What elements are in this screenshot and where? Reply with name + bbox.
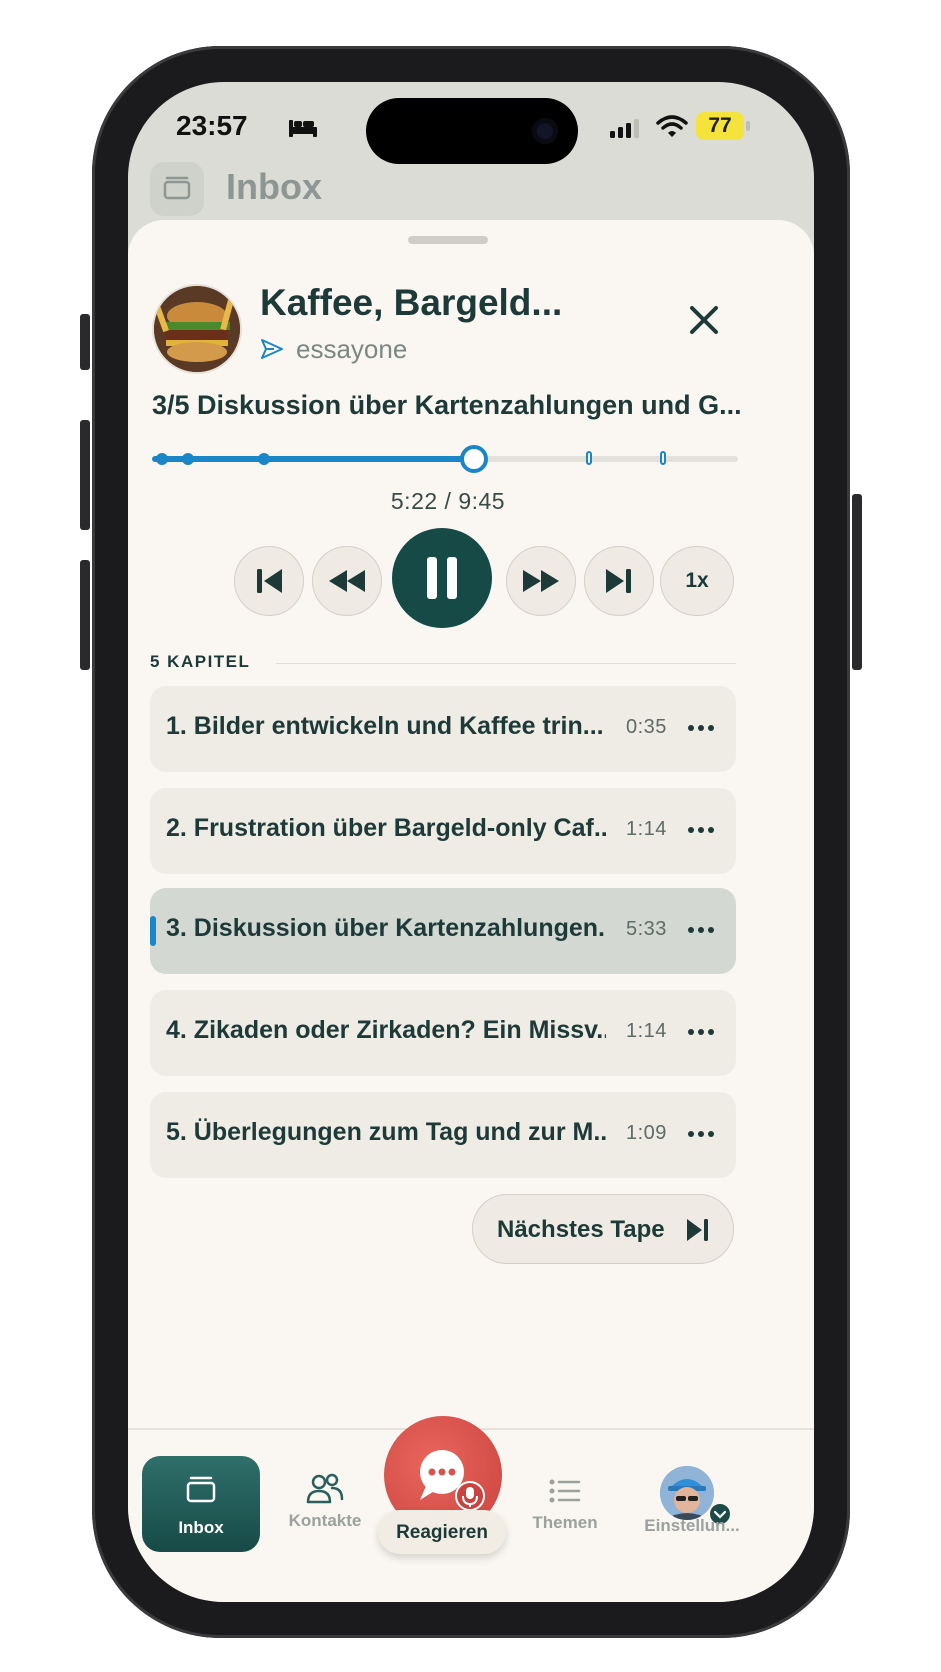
bed-icon xyxy=(289,120,317,137)
current-chapter-title: 3/5 Diskussion über Kartenzahlungen und … xyxy=(152,390,742,420)
chapter-duration: 0:35 xyxy=(626,716,667,738)
chapter-row[interactable]: 4. Zikaden oder Zirkaden? Ein Missv... 1… xyxy=(150,990,736,1076)
power-button xyxy=(852,494,862,670)
tray-icon xyxy=(186,1476,216,1503)
tray-icon xyxy=(163,176,191,200)
volume-down-button xyxy=(80,560,90,670)
chapter-duration: 1:09 xyxy=(626,1122,667,1144)
send-icon xyxy=(261,339,283,359)
pause-icon xyxy=(427,557,457,599)
burger-image xyxy=(154,286,240,372)
react-label-pill[interactable]: Reagieren xyxy=(378,1510,506,1554)
wifi-icon xyxy=(656,115,688,137)
skip-next-icon xyxy=(606,569,631,593)
close-icon[interactable] xyxy=(684,300,724,340)
sheet-grabber[interactable] xyxy=(408,236,488,244)
tab-contacts-label: Kontakte xyxy=(288,1511,362,1530)
battery-tip xyxy=(746,121,750,131)
skip-next-button[interactable] xyxy=(584,546,654,616)
chapters-divider xyxy=(276,663,736,664)
chapter-label: 1. Bilder entwickeln und Kaffee trin... xyxy=(166,712,604,740)
progress-track[interactable] xyxy=(152,445,738,473)
avatar-image xyxy=(660,1466,714,1520)
battery-indicator: 77 xyxy=(696,112,744,140)
inbox-header-icon[interactable] xyxy=(150,162,204,216)
active-chapter-indicator xyxy=(150,916,156,946)
dynamic-island xyxy=(366,98,578,164)
chapter-row[interactable]: 1. Bilder entwickeln und Kaffee trin... … xyxy=(150,686,736,772)
tab-topics-label: Themen xyxy=(532,1513,598,1532)
tab-inbox-label: Inbox xyxy=(178,1518,224,1537)
chapter-duration: 1:14 xyxy=(626,818,667,840)
screen: 23:57 77 Inbox Kaffee, Bargeld... essayo… xyxy=(128,82,814,1602)
chapter-label: 3. Diskussion über Kartenzahlungen... xyxy=(166,914,606,942)
chapter-row-active[interactable]: 3. Diskussion über Kartenzahlungen... 5:… xyxy=(150,888,736,974)
skip-previous-icon xyxy=(257,569,282,593)
more-icon[interactable] xyxy=(686,818,716,842)
next-tape-label: Nächstes Tape xyxy=(497,1216,665,1243)
tab-settings[interactable]: Einstellun... xyxy=(632,1516,752,1536)
episode-author[interactable]: essayone xyxy=(296,334,407,365)
tab-contacts[interactable]: Kontakte xyxy=(280,1456,370,1531)
fast-forward-icon xyxy=(523,570,559,592)
tab-topics[interactable]: Themen xyxy=(520,1456,610,1533)
profile-avatar[interactable] xyxy=(660,1466,714,1520)
next-tape-button[interactable]: Nächstes Tape xyxy=(472,1194,734,1264)
chapters-heading: 5 KAPITEL xyxy=(150,652,251,671)
chapter-label: 4. Zikaden oder Zirkaden? Ein Missv... xyxy=(166,1016,606,1044)
pause-button[interactable] xyxy=(392,528,492,628)
chapter-duration: 5:33 xyxy=(626,918,667,940)
player-sheet: Kaffee, Bargeld... essayone 3/5 Diskussi… xyxy=(128,220,814,1602)
chapter-row[interactable]: 2. Frustration über Bargeld-only Caf... … xyxy=(150,788,736,874)
skip-previous-button[interactable] xyxy=(234,546,304,616)
status-time: 23:57 xyxy=(176,110,248,141)
tab-inbox[interactable]: Inbox xyxy=(142,1456,260,1552)
chapter-marker xyxy=(182,453,194,465)
action-button xyxy=(80,314,90,370)
rewind-button[interactable] xyxy=(312,546,382,616)
chapter-marker xyxy=(258,453,270,465)
camera xyxy=(532,118,558,144)
chapter-label: 5. Überlegungen zum Tag und zur M... xyxy=(166,1118,606,1146)
skip-next-icon xyxy=(687,1219,708,1241)
episode-avatar xyxy=(152,284,242,374)
cellular-signal-icon xyxy=(610,119,639,138)
chapter-label: 2. Frustration über Bargeld-only Caf... xyxy=(166,814,606,842)
volume-up-button xyxy=(80,420,90,530)
progress-knob[interactable] xyxy=(460,445,489,473)
chapter-duration: 1:14 xyxy=(626,1020,667,1042)
chapter-row[interactable]: 5. Überlegungen zum Tag und zur M... 1:0… xyxy=(150,1092,736,1178)
contacts-icon xyxy=(306,1473,344,1504)
chapter-marker xyxy=(586,451,592,465)
episode-title: Kaffee, Bargeld... xyxy=(260,282,563,323)
more-icon[interactable] xyxy=(686,716,716,740)
more-icon[interactable] xyxy=(686,1122,716,1146)
more-icon[interactable] xyxy=(686,1020,716,1044)
playback-speed-label: 1x xyxy=(685,569,709,592)
chapter-marker xyxy=(156,453,168,465)
tab-settings-label: Einstellun... xyxy=(644,1516,740,1535)
chapter-marker xyxy=(660,451,666,465)
time-display: 5:22 / 9:45 xyxy=(390,488,506,514)
react-label: Reagieren xyxy=(396,1522,488,1543)
rewind-icon xyxy=(329,570,365,592)
more-icon[interactable] xyxy=(686,918,716,942)
fast-forward-button[interactable] xyxy=(506,546,576,616)
playback-speed-button[interactable]: 1x xyxy=(660,546,734,616)
progress-fill xyxy=(152,456,475,462)
header-title: Inbox xyxy=(226,166,322,207)
list-icon xyxy=(549,1479,581,1503)
